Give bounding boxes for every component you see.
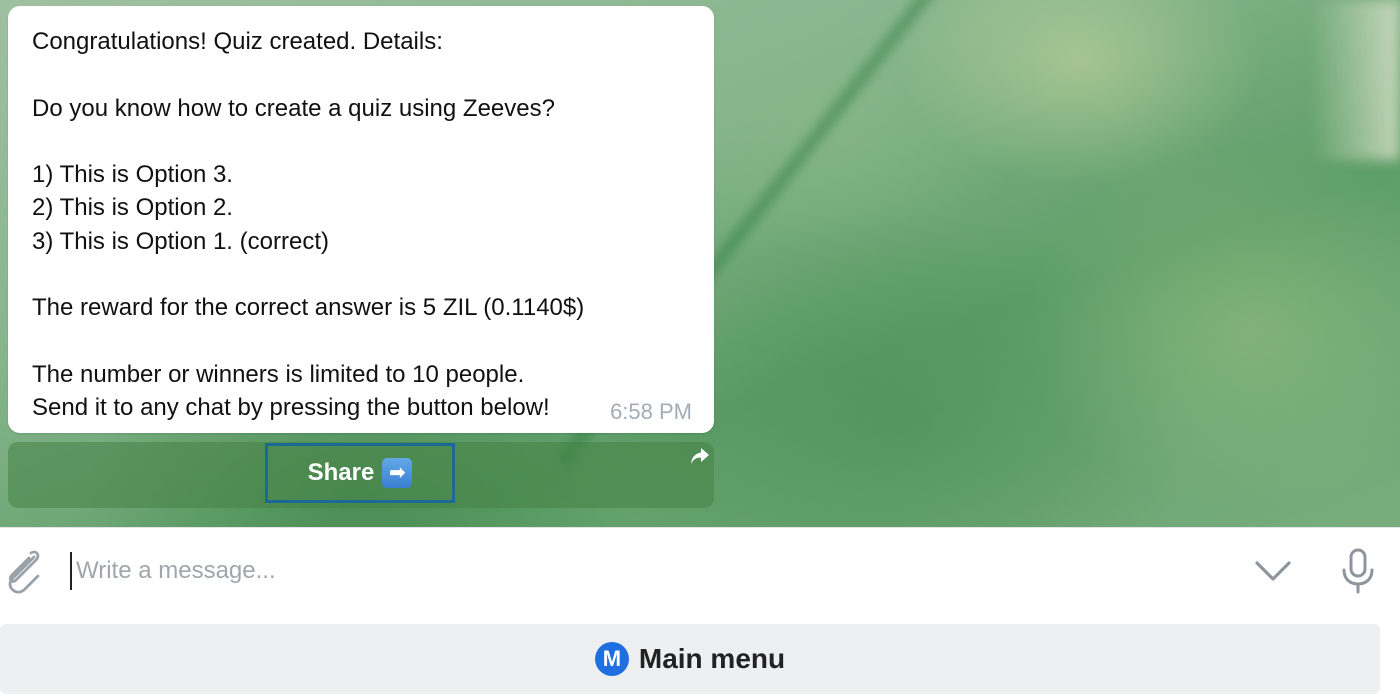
message-line: 1) This is Option 3.: [32, 161, 233, 189]
main-menu-label: Main menu: [638, 643, 786, 674]
paperclip-icon[interactable]: [0, 548, 42, 594]
m-badge-icon: M: [594, 642, 629, 676]
message-line: Do you know how to create a quiz using Z…: [32, 94, 555, 122]
message-bubble: Congratulations! Quiz created. Details: …: [8, 6, 714, 433]
message-line: Send it to any chat by pressing the butt…: [32, 394, 550, 422]
share-button-label: Share: [307, 459, 375, 486]
microphone-icon[interactable]: [1340, 548, 1376, 594]
share-button[interactable]: Share ➡: [265, 443, 455, 503]
message-line: Congratulations! Quiz created. Details:: [32, 28, 443, 55]
message-line: The reward for the correct answer is 5 Z…: [32, 294, 585, 322]
message-timestamp: 6:58 PM: [610, 399, 692, 424]
message-line: [32, 125, 690, 158]
main-menu-button[interactable]: M Main menu: [0, 624, 1380, 694]
message-line: [32, 325, 690, 358]
forward-arrow-icon[interactable]: [690, 447, 710, 465]
right-arrow-icon: ➡: [382, 458, 413, 488]
message-line: [32, 258, 690, 291]
message-line: 2) This is Option 2.: [32, 194, 233, 222]
message-input[interactable]: [70, 552, 1220, 590]
message-line: The number or winners is limited to 10 p…: [32, 360, 525, 388]
message-line: [32, 58, 690, 91]
background-highlight: [1310, 0, 1400, 160]
message-line: 3) This is Option 1. (correct): [32, 227, 329, 255]
chevron-down-icon[interactable]: [1254, 558, 1292, 584]
